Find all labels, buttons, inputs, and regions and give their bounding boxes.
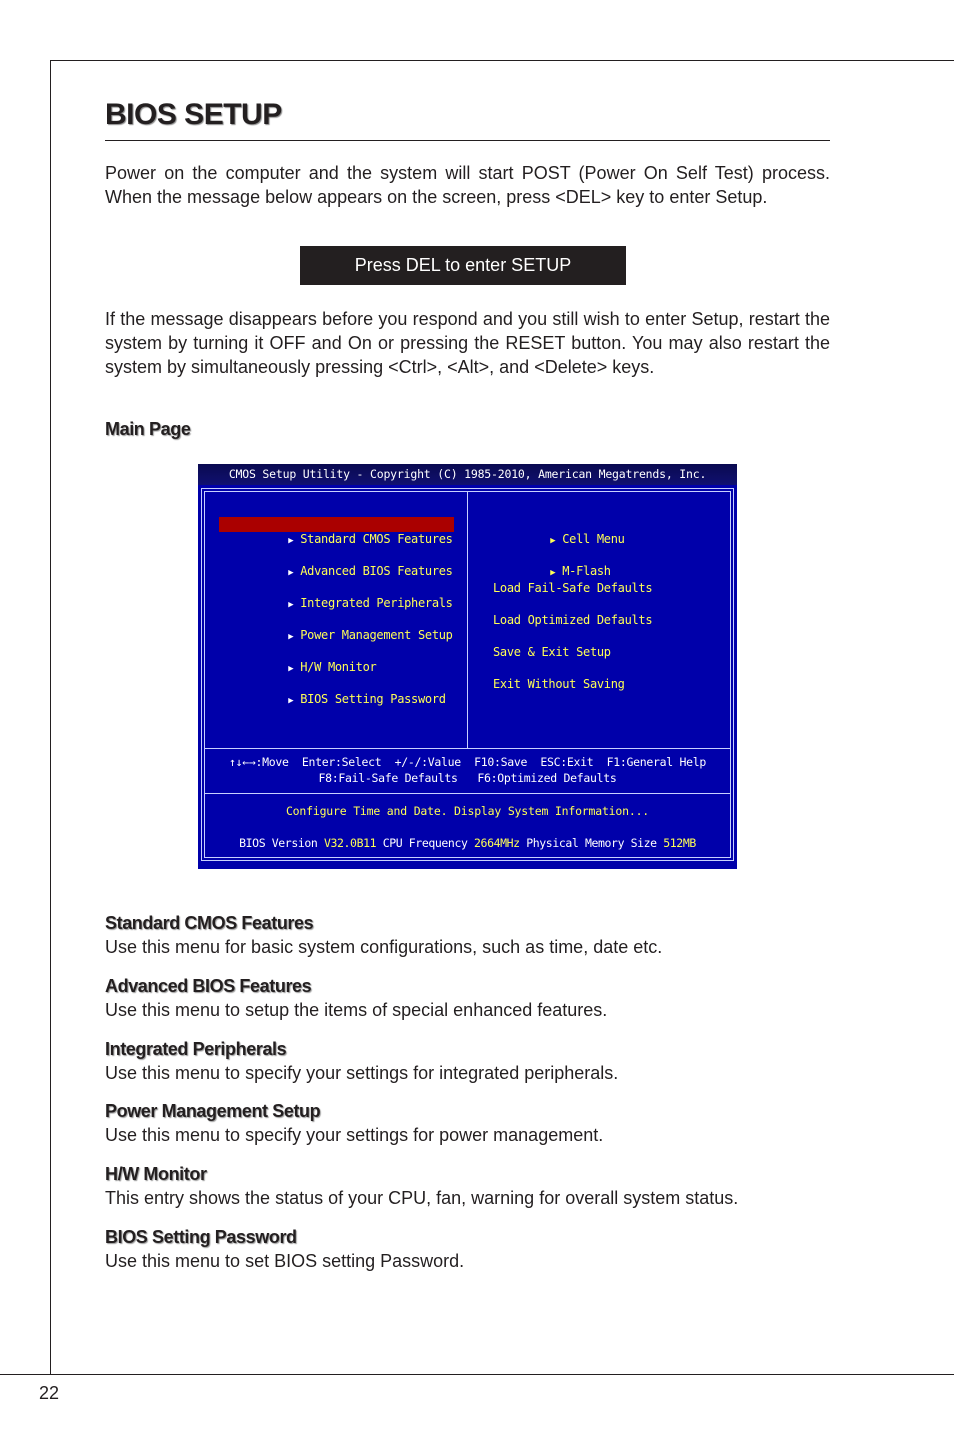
bios-menu-item-load-failsafe[interactable]: Load Fail-Safe Defaults — [493, 581, 653, 596]
bios-help-line-1: ↑↓←→:Move Enter:Select +/-/:Value F10:Sa… — [229, 755, 706, 769]
bios-item-description: Configure Time and Date. Display System … — [285, 804, 650, 818]
section-title: Power Management Setup — [105, 1101, 321, 1121]
bios-inner-frame: ▶ Standard CMOS Features ▶ Advanced BIOS F… — [204, 491, 731, 858]
bios-menu-item-standard-cmos[interactable]: ▶ Standard CMOS Features — [219, 517, 454, 546]
memory-size-label: Physical Memory Size — [526, 836, 657, 850]
bios-status-line: BIOS Version V32.0B11 CPU Frequency 2664… — [205, 836, 730, 850]
bios-help-divider — [205, 748, 730, 749]
section-desc: Use this menu for basic system configura… — [105, 937, 663, 957]
section-title: Advanced BIOS Features — [105, 976, 312, 996]
bios-menu-item-power-management[interactable]: ▶ Power Management Setup — [219, 613, 454, 642]
section-desc: Use this menu to specify your settings f… — [105, 1125, 604, 1145]
title-divider — [105, 140, 830, 141]
submenu-arrow-icon: ▶ — [288, 664, 294, 674]
page-frame-top-rule — [50, 60, 954, 61]
bios-outer-frame: ▶ Standard CMOS Features ▶ Advanced BIOS F… — [201, 488, 734, 861]
restart-paragraph: If the message disappears before you res… — [105, 309, 830, 377]
bios-menu-item-exit-without-saving[interactable]: Exit Without Saving — [493, 677, 626, 692]
section-desc: This entry shows the status of your CPU,… — [105, 1188, 739, 1208]
bios-version-value: V32.0B11 — [323, 836, 377, 850]
bios-column-divider — [467, 492, 468, 748]
bios-menu-item-m-flash[interactable]: ▶ M-Flash — [481, 549, 612, 578]
page-frame-left-rule — [50, 60, 51, 1374]
del-message-box: Press DEL to enter SETUP — [300, 246, 626, 285]
bios-menu-item-load-optimized[interactable]: Load Optimized Defaults — [493, 613, 653, 628]
submenu-arrow-icon: ▶ — [288, 600, 294, 610]
submenu-arrow-icon: ▶ — [288, 536, 294, 546]
intro-paragraph: Power on the computer and the system wil… — [105, 163, 830, 207]
bios-version-label: BIOS Version — [239, 836, 318, 850]
submenu-arrow-icon: ▶ — [550, 536, 556, 546]
page-frame-bottom-rule — [0, 1374, 954, 1375]
memory-size-value: 512MB — [663, 836, 696, 850]
bios-menu-item-advanced-bios[interactable]: ▶ Advanced BIOS Features — [219, 549, 454, 578]
submenu-arrow-icon: ▶ — [288, 632, 294, 642]
cpu-frequency-value: 2664MHz — [474, 836, 520, 850]
section-desc: Use this menu to set BIOS setting Passwo… — [105, 1251, 465, 1271]
bios-status-divider — [205, 793, 730, 794]
section-title: H/W Monitor — [105, 1164, 207, 1184]
del-message-text: Press DEL to enter SETUP — [354, 255, 572, 275]
section-title: Integrated Peripherals — [105, 1039, 287, 1059]
section-desc: Use this menu to specify your settings f… — [105, 1063, 619, 1083]
bios-screenshot: CMOS Setup Utility - Copyright (C) 1985-… — [198, 464, 737, 869]
bios-menu-item-save-exit[interactable]: Save & Exit Setup — [493, 645, 612, 660]
main-page-heading: Main Page — [105, 419, 191, 439]
bios-menu-item-cell-menu[interactable]: ▶ Cell Menu — [481, 517, 626, 546]
cpu-frequency-label: CPU Frequency — [382, 836, 468, 850]
section-desc: Use this menu to setup the items of spec… — [105, 1000, 608, 1020]
bios-help-line-2: F8:Fail-Safe Defaults F6:Optimized Defau… — [318, 771, 617, 785]
page-number: 22 — [39, 1383, 60, 1403]
bios-title-bar: CMOS Setup Utility - Copyright (C) 1985-… — [198, 464, 737, 485]
section-title: Standard CMOS Features — [105, 913, 314, 933]
page-title: BIOS SETUP — [105, 98, 282, 131]
submenu-arrow-icon: ▶ — [550, 568, 556, 578]
section-title: BIOS Setting Password — [105, 1227, 297, 1247]
bios-menu-item-hw-monitor[interactable]: ▶ H/W Monitor — [219, 645, 377, 674]
bios-menu-item-integrated-peripherals[interactable]: ▶ Integrated Peripherals — [219, 581, 454, 610]
submenu-arrow-icon: ▶ — [288, 696, 294, 706]
submenu-arrow-icon: ▶ — [288, 568, 294, 578]
bios-menu-item-bios-password[interactable]: ▶ BIOS Setting Password — [219, 677, 447, 706]
